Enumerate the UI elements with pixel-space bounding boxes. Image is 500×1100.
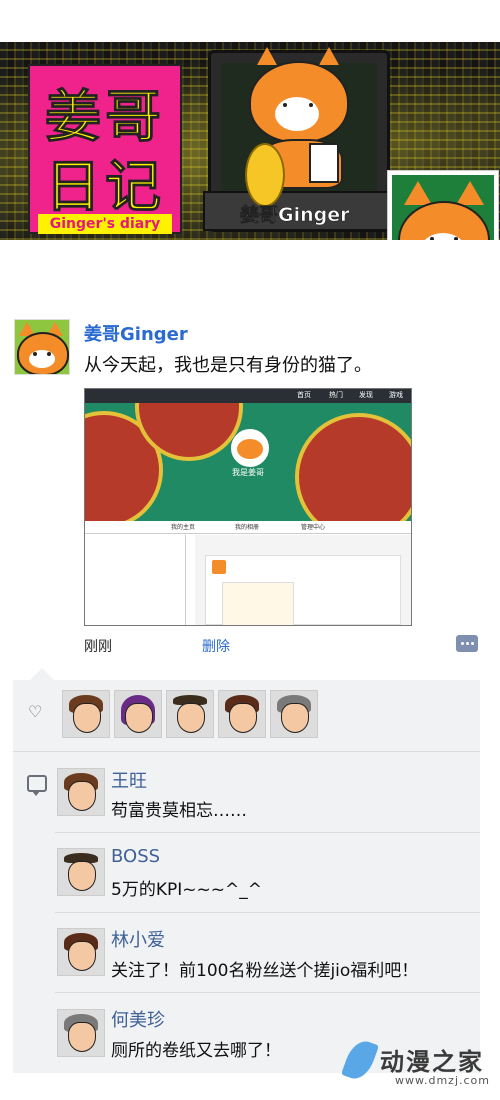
image-tab: 我的相册 [235,524,260,531]
post-author-name[interactable]: 姜哥Ginger [84,320,188,346]
image-tabs: 我的主页 我的相册 管理中心 [85,521,411,534]
comment-author[interactable]: BOSS [111,846,160,867]
image-tab: 管理中心 [301,524,326,531]
image-sidebar [85,535,186,625]
comment-divider [55,832,480,833]
watermark-text: 动漫之家 [380,1048,484,1076]
cat-mascot-illustration [239,43,359,207]
like-avatar-woman-purple[interactable] [114,690,162,738]
logo-title-line2: 日记 [45,155,165,221]
comment-divider [55,912,480,913]
post-time: 刚刚 [84,639,112,655]
comment-text: 厕所的卷纸又去哪了！ [111,1041,281,1061]
image-cover: 我是姜哥 [85,403,411,521]
id-card-illustration [309,143,339,183]
post-image[interactable]: 首页 热门 发现 游戏 我是姜哥 我的主页 我的相册 管理中心 [84,388,412,626]
image-tab: 我的主页 [171,524,196,531]
like-avatar-girl[interactable] [218,690,266,738]
comment-author[interactable]: 王旺 [111,767,147,793]
image-topbar-item: 首页 [297,391,311,399]
comment-avatar[interactable] [57,768,105,816]
comment-divider [55,992,480,993]
logo-subtitle-strip: Ginger's diary [38,214,172,234]
comment-text: 关注了！前100名粉丝送个搓jio福利吧！ [111,961,419,981]
comment-text: 5万的KPI~~~^_^ [111,880,262,900]
image-topbar-item: 发现 [359,391,373,399]
diary-logo: 姜哥 日记 Ginger's diary [28,64,182,234]
post-text: 从今天起，我也是只有身份的猫了。 [84,355,372,376]
delete-link[interactable]: 删除 [202,636,230,656]
profile-cover: 姜哥 日记 Ginger's diary 姜哥Ginger [0,42,500,240]
gold-coin-illustration [245,143,285,207]
image-profile-picture [231,429,269,467]
comment-avatar[interactable] [57,848,105,896]
cover-name-caption: 姜哥Ginger [240,204,350,227]
like-avatar-man[interactable] [62,690,110,738]
comment-avatar[interactable] [57,928,105,976]
comment-text: 苟富贵莫相忘…… [111,801,247,821]
heart-icon: ♡ [28,702,43,721]
image-comic-thumbnail [222,582,294,625]
logo-subtitle: Ginger's diary [49,216,161,232]
like-avatar-boss[interactable] [166,690,214,738]
panel-pointer [30,668,54,680]
watermark-url: www.dmzj.com [395,1074,490,1087]
comment-icon [27,775,47,796]
panel-divider [13,751,480,752]
more-options-button[interactable] [456,635,478,652]
post-author-avatar[interactable] [14,319,70,375]
image-feed-card [205,555,401,625]
image-topbar-item: 热门 [329,391,343,399]
image-feed [195,535,411,625]
logo-title-line1: 姜哥 [45,85,165,151]
image-topbar-item: 游戏 [389,391,403,399]
comment-author[interactable]: 林小爱 [111,926,165,952]
profile-avatar[interactable] [387,170,499,240]
like-avatar-old-woman[interactable] [270,690,318,738]
image-topbar: 首页 热门 发现 游戏 [85,389,411,403]
image-profile-name: 我是姜哥 [232,468,264,477]
comment-avatar[interactable] [57,1009,105,1057]
comment-author[interactable]: 何美珍 [111,1006,165,1032]
